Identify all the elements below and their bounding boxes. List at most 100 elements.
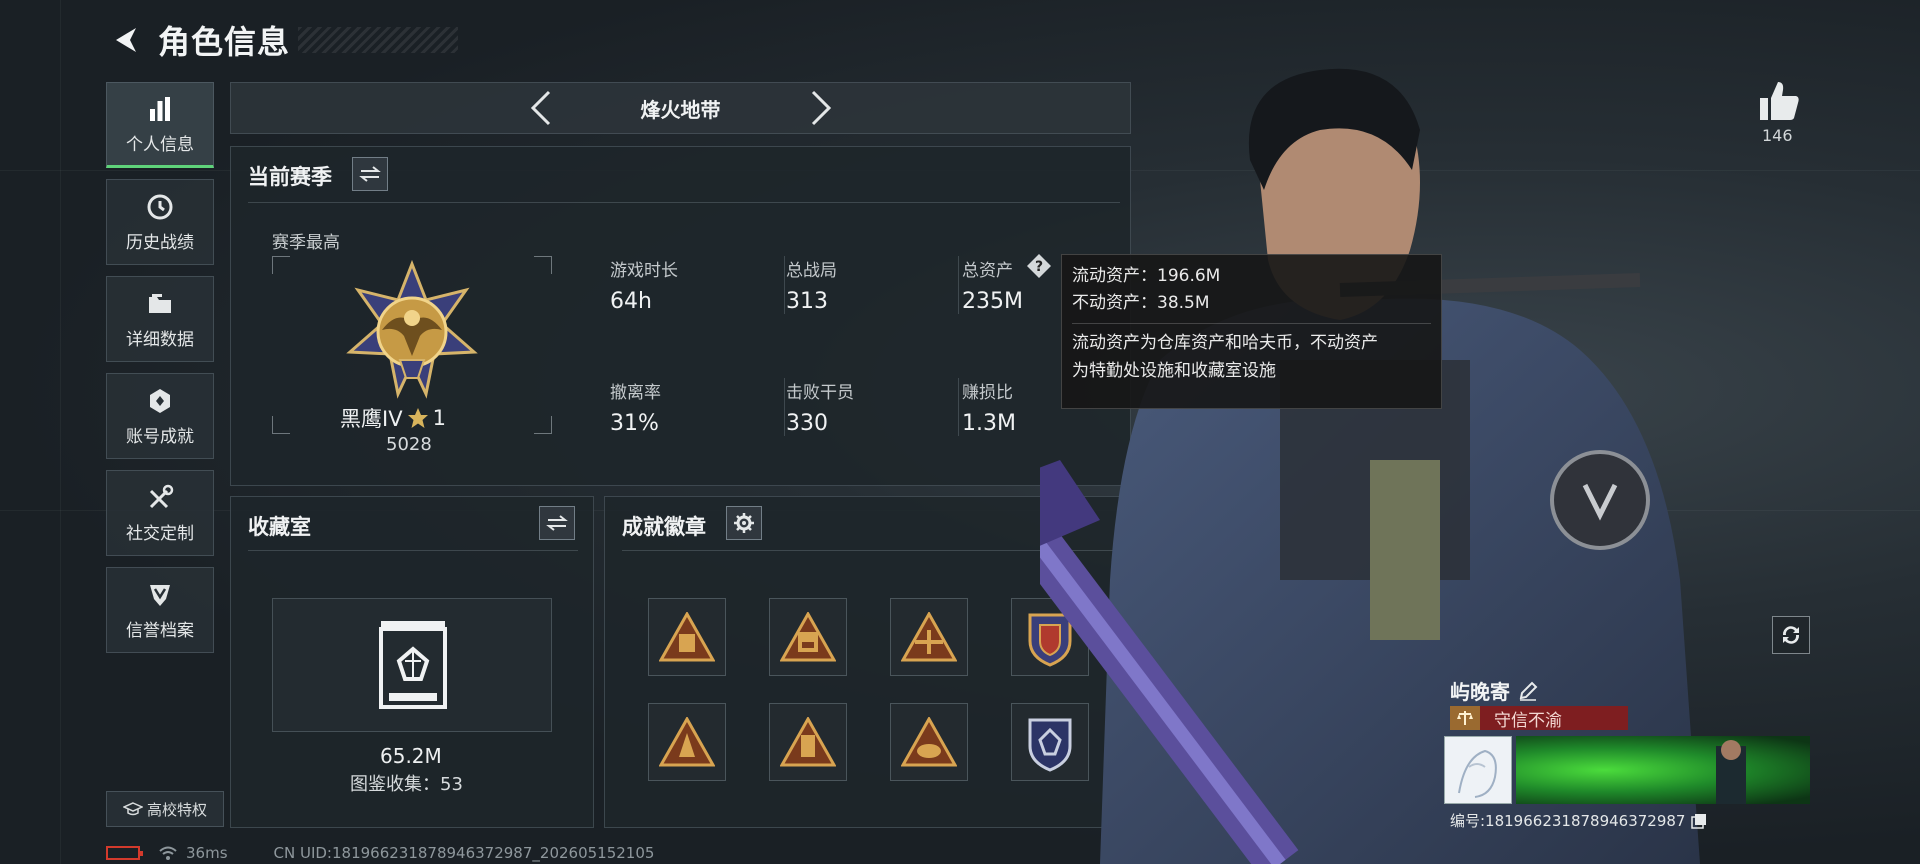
header: 角色信息	[108, 18, 459, 62]
divider	[958, 378, 959, 436]
triangle-badge-icon	[659, 612, 715, 662]
achievement-badge[interactable]	[890, 598, 968, 676]
refresh-icon	[1782, 626, 1800, 644]
stat-value: 235M	[962, 289, 1023, 314]
rank-name-row: 黑鹰IV 1	[340, 403, 446, 433]
collection-count: 图鉴收集：53	[350, 774, 463, 795]
sidebar-item-achievements[interactable]: 账号成就	[106, 373, 214, 459]
copy-icon[interactable]	[1691, 813, 1707, 829]
stat-label: 赚损比	[962, 383, 1013, 403]
total-assets-tooltip: 流动资产：196.6M 不动资产：38.5M 流动资产为仓库资产和哈夫币，不动资…	[1061, 254, 1442, 409]
mode-name: 烽火地带	[640, 97, 721, 122]
sidebar-item-personal-info[interactable]: 个人信息	[106, 82, 214, 168]
mode-prev-button[interactable]	[521, 88, 561, 128]
frame-corner	[534, 416, 552, 434]
sidebar-item-label: 个人信息	[126, 134, 194, 155]
divider	[1072, 323, 1431, 325]
campus-privilege-label: 高校特权	[146, 800, 207, 819]
stat-label: 总资产	[962, 261, 1013, 281]
stat-operators-defeated: 击败干员 330	[786, 378, 854, 436]
mode-next-button[interactable]	[801, 88, 841, 128]
player-title-tag[interactable]: 守信不渝	[1450, 706, 1628, 731]
page-title: 角色信息	[158, 23, 291, 61]
back-button[interactable]	[108, 22, 144, 58]
stat-value: 313	[786, 289, 828, 314]
divider	[784, 378, 785, 436]
folder-icon	[145, 289, 175, 319]
frame-corner	[534, 256, 552, 274]
sidebar-item-label: 历史战绩	[126, 232, 194, 253]
history-clock-icon	[145, 192, 175, 222]
stat-total-assets: 总资产 235M	[962, 256, 1023, 314]
refresh-button[interactable]	[1772, 616, 1810, 654]
display-cabinet-icon	[379, 621, 447, 709]
like-count: 146	[1762, 126, 1793, 145]
gear-icon	[734, 513, 754, 533]
campus-privilege-button[interactable]: 高校特权	[106, 791, 224, 827]
sidebar-item-label: 信誉档案	[126, 620, 194, 641]
scales-icon	[1450, 706, 1480, 730]
stat-total-matches: 总战局 313	[786, 256, 837, 314]
divider	[958, 256, 959, 314]
triangle-badge-icon	[901, 717, 957, 767]
sidebar-item-credit[interactable]: 信誉档案	[106, 567, 214, 653]
thumbs-up-icon[interactable]	[1756, 78, 1802, 124]
stat-value: 330	[786, 411, 828, 436]
tooltip-description: 流动资产为仓库资产和哈夫币，不动资产	[1072, 333, 1378, 354]
collection-switch-button[interactable]	[539, 506, 575, 540]
tooltip-description: 为特勤处设施和收藏室设施	[1072, 360, 1276, 381]
avatar-sketch-icon	[1458, 749, 1497, 798]
achievement-badge[interactable]	[648, 703, 726, 781]
battery-icon	[106, 846, 143, 860]
frame-corner	[272, 416, 290, 434]
achievement-icon	[145, 386, 175, 416]
achievement-badge[interactable]	[769, 598, 847, 676]
divider	[248, 202, 1120, 203]
rank-stars: 1	[432, 406, 446, 430]
achievement-badge[interactable]	[648, 598, 726, 676]
collection-title: 收藏室	[248, 515, 311, 539]
player-title-text: 守信不渝	[1494, 710, 1562, 731]
collection-value: 65.2M	[380, 744, 442, 768]
badges-settings-button[interactable]	[726, 506, 762, 540]
sidebar-item-detailed-data[interactable]: 详细数据	[106, 276, 214, 362]
grid-line	[60, 0, 61, 864]
sidebar-item-label: 详细数据	[126, 329, 194, 350]
sidebar-item-label: 社交定制	[126, 523, 194, 544]
chevron-left-icon	[530, 90, 550, 126]
back-arrow-icon	[116, 28, 136, 52]
stat-label: 游戏时长	[610, 261, 678, 281]
ping-text: 36ms	[186, 844, 228, 862]
stat-extract-rate: 撤离率 31%	[610, 378, 661, 436]
avatar[interactable]	[1444, 736, 1512, 804]
stat-value: 1.3M	[962, 411, 1016, 436]
divider	[248, 550, 578, 551]
stat-label: 击败干员	[786, 383, 854, 403]
achievement-badge[interactable]	[890, 703, 968, 781]
profile-banner[interactable]	[1516, 736, 1810, 804]
swap-arrows-icon	[359, 166, 381, 182]
bar-chart-icon	[145, 94, 175, 124]
stat-profit-loss: 赚损比 1.3M	[962, 378, 1016, 436]
swap-arrows-icon	[546, 515, 568, 531]
edit-pencil-icon[interactable]	[1518, 681, 1538, 701]
tooltip-liquid-assets: 流动资产：196.6M	[1072, 266, 1221, 286]
chevron-right-icon	[811, 90, 831, 126]
sidebar: 个人信息 历史战绩 详细数据 账号成就 社交定制 信誉档案	[106, 82, 214, 664]
wifi-icon	[159, 846, 177, 860]
tooltip-fixed-assets: 不动资产：38.5M	[1072, 293, 1210, 314]
sidebar-item-social-custom[interactable]: 社交定制	[106, 470, 214, 556]
stat-play-time: 游戏时长 64h	[610, 256, 678, 314]
collection-display[interactable]	[272, 598, 552, 732]
graduation-cap-icon	[122, 802, 143, 816]
achievement-badge[interactable]	[769, 703, 847, 781]
mode-selector: 烽火地带	[230, 82, 1131, 134]
stat-value: 31%	[610, 411, 659, 436]
sidebar-item-history[interactable]: 历史战绩	[106, 179, 214, 265]
stat-label: 撤离率	[610, 383, 661, 403]
season-subtitle: 赛季最高	[272, 233, 340, 253]
season-switch-button[interactable]	[352, 157, 388, 191]
triangle-badge-icon	[780, 717, 836, 767]
rank-name: 黑鹰IV	[340, 407, 403, 431]
sidebar-item-label: 账号成就	[126, 426, 194, 447]
